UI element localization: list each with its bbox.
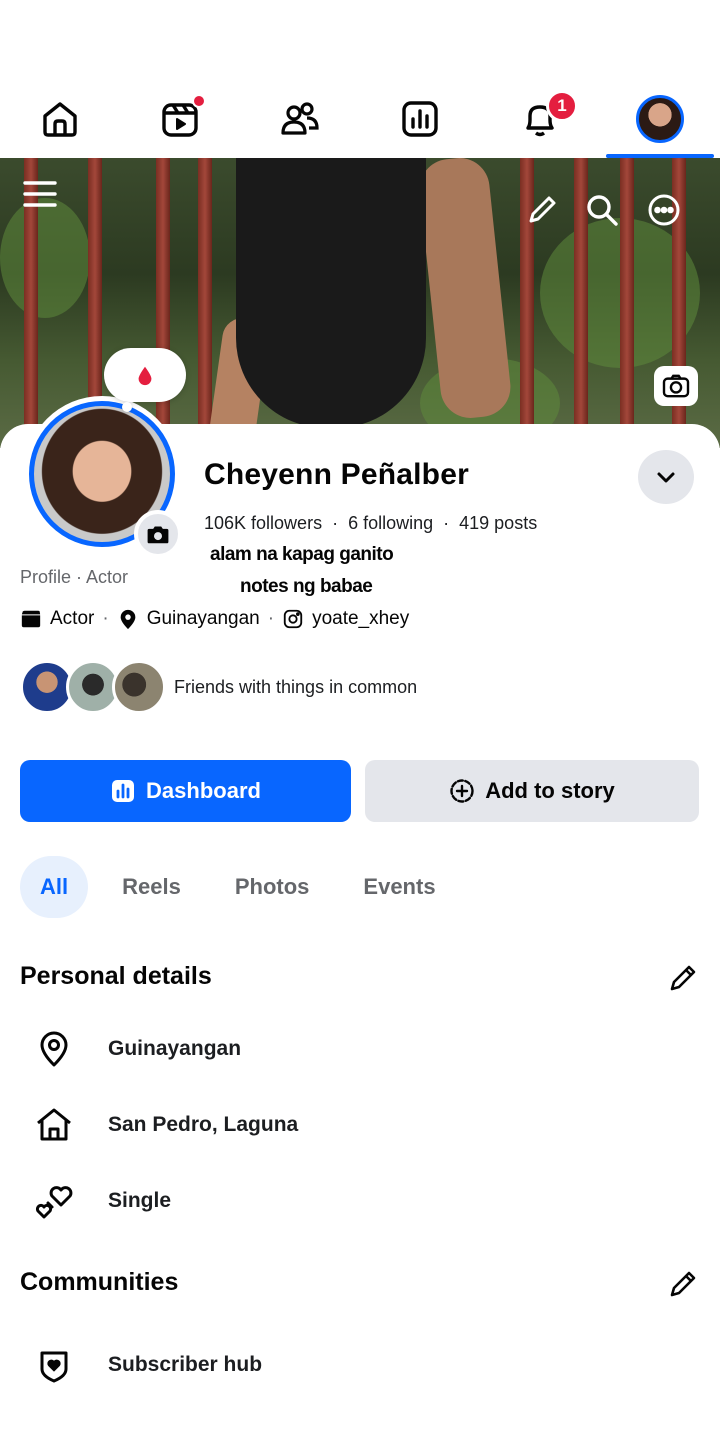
detail-relationship-text: Single [108,1189,172,1212]
camera-icon [662,374,690,398]
shield-heart-icon [40,1351,68,1383]
menu-button[interactable] [20,174,60,214]
add-to-story-button[interactable]: Add to story [365,760,699,822]
pencil-icon [529,196,556,223]
instagram-icon [283,609,303,629]
nav-home[interactable] [0,80,120,158]
detail-current-city: Guinayangan [34,1029,241,1069]
dashboard-button-label: Dashboard [146,778,261,803]
detail-hometown: San Pedro, Laguna [34,1105,298,1145]
meta-instagram[interactable]: yoate_xhey [312,608,409,630]
meta-separator: · [267,608,275,629]
tab-events[interactable]: Events [343,856,469,918]
community-subscriber-hub-text: Subscriber hub [108,1353,263,1376]
nav-profile[interactable] [600,80,720,158]
detail-current-city-text: Guinayangan [108,1037,242,1060]
cover-foliage [0,198,90,318]
nav-notifications[interactable]: 1 [480,80,600,158]
stats-separator: · [332,513,339,533]
home-icon [37,1108,71,1141]
tab-photos[interactable]: Photos [215,856,344,918]
profile-note-bubble[interactable] [104,348,186,412]
clapperboard-icon [21,610,41,628]
detail-hometown-text: San Pedro, Laguna [108,1113,299,1136]
edit-profile-button[interactable] [522,190,562,230]
dashboard-icon [402,101,438,137]
nav-reels[interactable] [120,80,240,158]
top-navigation: 1 [0,80,720,158]
home-icon [43,102,77,137]
profile-avatar-small [636,95,684,143]
tab-all[interactable]: All [20,856,89,918]
profile-subtitle: Profile · Actor [20,567,129,587]
friend-avatar [112,660,166,714]
friends-icon [281,102,319,135]
detail-relationship: Single [34,1181,171,1221]
reels-new-dot [192,94,206,108]
chevron-down-icon [657,472,675,483]
edit-communities-icon[interactable] [666,1267,700,1301]
nav-dashboard[interactable] [360,80,480,158]
camera-icon [147,526,169,543]
communities-title: Communities [20,1268,179,1296]
change-cover-button[interactable] [654,366,698,406]
profile-name: Cheyenn Peñalber [204,458,469,491]
location-pin-icon [120,609,136,630]
cover-person [236,158,426,428]
profile-meta-row: Actor · Guinayangan · yoate_xhey [20,608,409,630]
fence-bar [198,158,212,448]
fence-bar [156,158,170,448]
meta-separator: · [102,608,109,629]
profile-dropdown-button[interactable] [638,450,694,504]
hamburger-icon [23,181,57,207]
location-pin-icon [40,1031,68,1067]
add-to-story-label: Add to story [485,778,615,803]
profile-stats: 106K followers · 6 following · 419 posts [204,513,537,534]
notification-badge: 1 [546,90,578,122]
fence-bar [620,158,634,448]
community-subscriber-hub[interactable]: Subscriber hub [34,1345,262,1385]
nav-friends[interactable] [240,80,360,158]
more-options-button[interactable] [644,190,684,230]
search-icon [587,195,618,226]
meta-category: Actor [50,608,95,629]
stats-separator: · [443,513,450,533]
more-icon [648,194,680,226]
friends-label: Friends with things in common [174,676,418,697]
edit-personal-details-icon[interactable] [666,961,700,995]
add-story-icon [450,779,474,803]
following-count[interactable]: 6 following [348,513,433,534]
posts-count: 419 posts [459,513,538,533]
change-profile-picture-button[interactable] [134,510,182,558]
dashboard-button[interactable]: Dashboard [20,760,351,822]
dashboard-icon [112,780,135,802]
personal-details-title: Personal details [20,962,212,990]
followers-count[interactable]: 106K followers [204,513,322,534]
profile-tabs: All Reels Photos Events [20,856,470,918]
search-button[interactable] [582,190,622,230]
hearts-icon [35,1186,73,1219]
friends-in-common[interactable]: Friends with things in common [20,660,417,714]
tab-reels[interactable]: Reels [102,856,215,918]
meta-location: Guinayangan [146,608,260,629]
note-overlay-line2: notes ng babae [240,576,373,597]
note-overlay-line1: alam na kapag ganito [210,544,394,565]
blood-drop-icon [138,366,152,385]
